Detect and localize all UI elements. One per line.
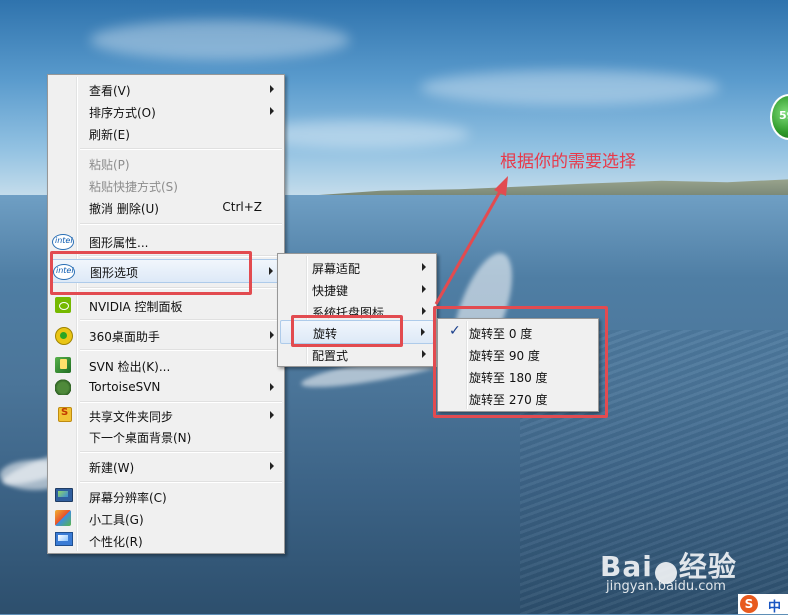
- sogou-icon: S: [740, 595, 758, 613]
- baidu-watermark: Bai 经验 jingyan.baidu.com: [600, 550, 737, 594]
- ime-mode: 中: [768, 600, 782, 615]
- ime-indicator[interactable]: S 中: [738, 594, 788, 615]
- annotation-arrow: [434, 176, 508, 305]
- annotation-text: 根据你的需要选择: [500, 152, 636, 172]
